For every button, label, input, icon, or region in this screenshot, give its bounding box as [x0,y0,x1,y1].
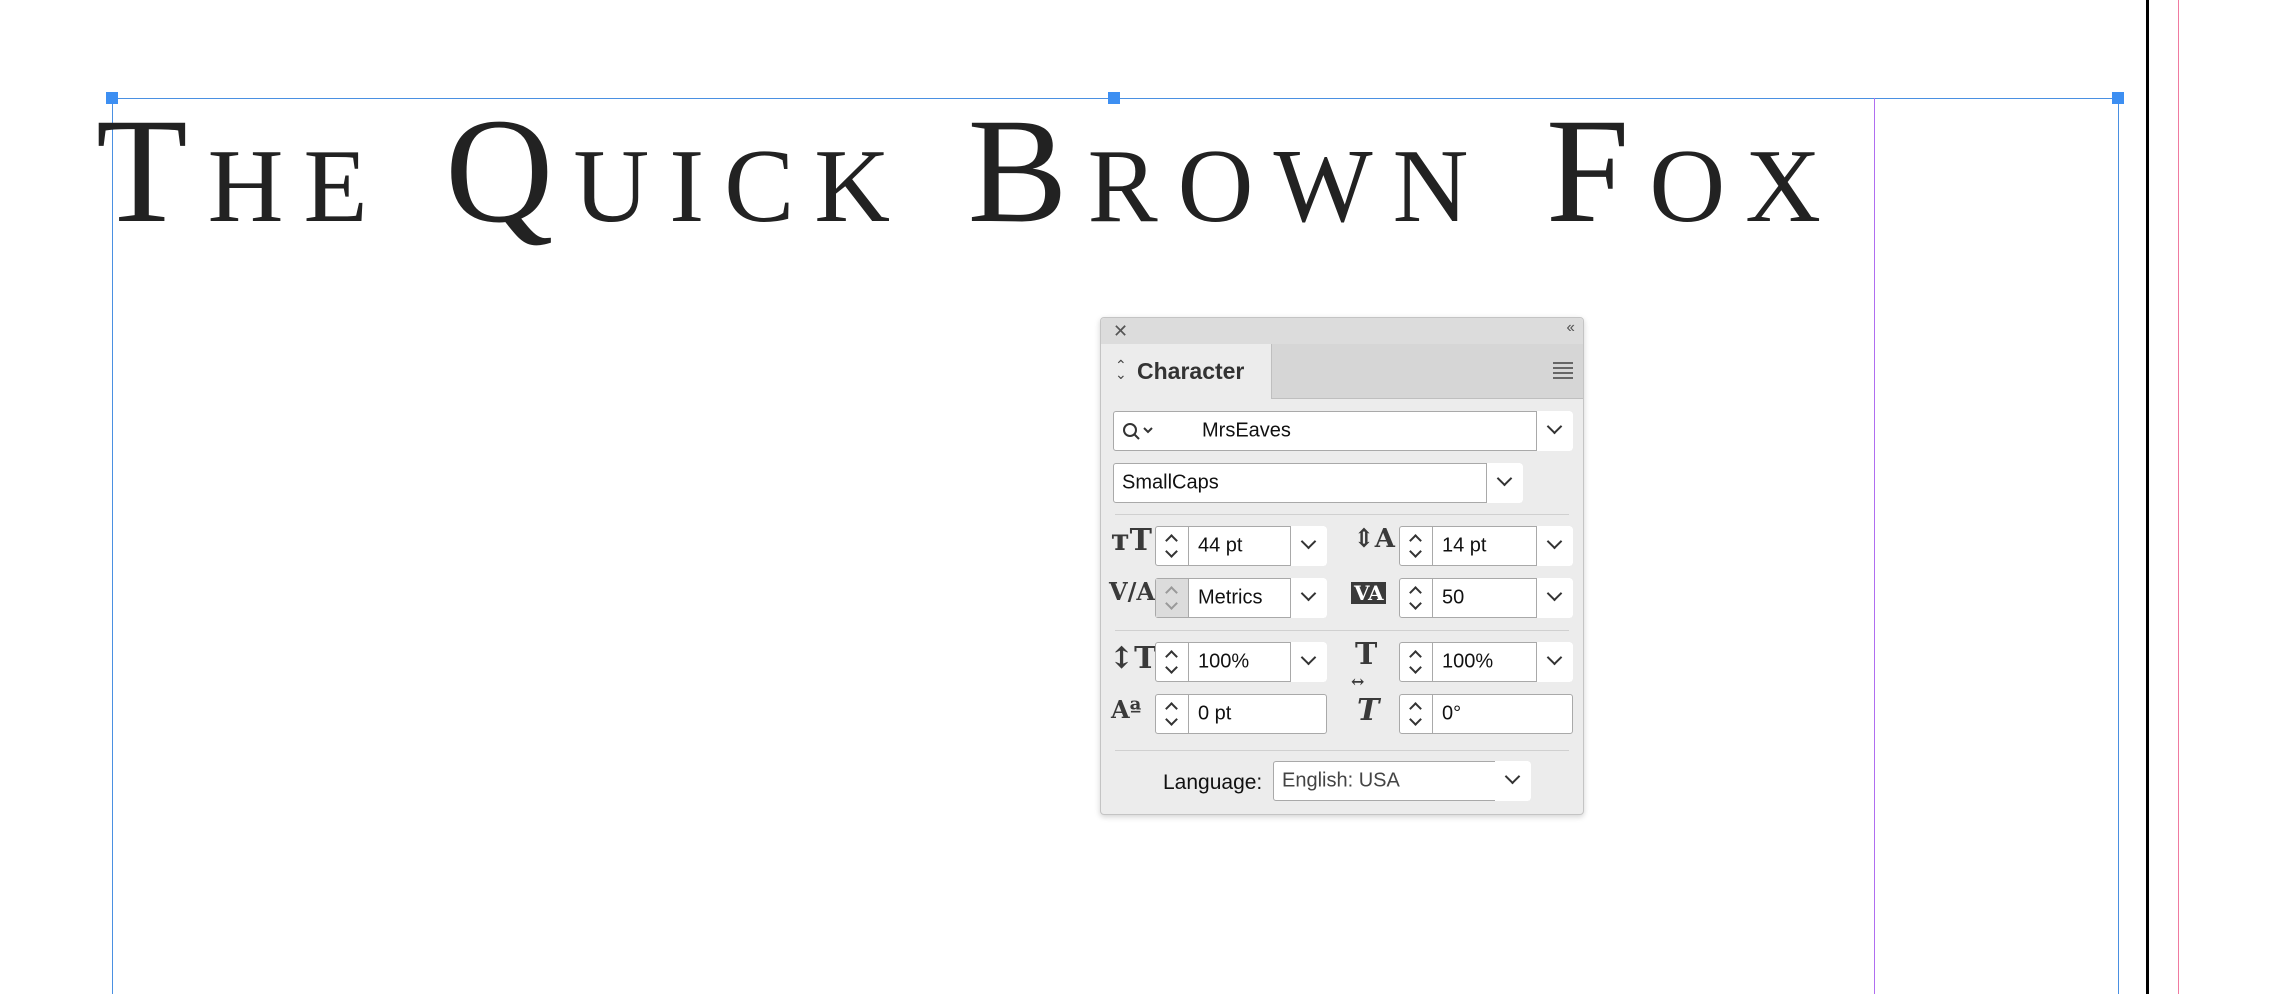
tab-character[interactable]: ⌃ ⌄ Character [1101,344,1272,399]
close-icon[interactable]: ✕ [1113,321,1128,342]
vertical-scale-field[interactable]: 100% [1155,642,1327,682]
tracking-value: 50 [1442,586,1465,609]
section-divider [1115,750,1569,751]
leading-field[interactable]: 14 pt [1399,526,1573,566]
chevron-down-icon [1546,533,1563,550]
character-panel: ✕ ‹‹ ⌃ ⌄ Character MrsEaves SmallCaps ᴛT … [1100,317,1584,815]
language-dropdown[interactable] [1495,761,1531,801]
baseline-shift-stepper[interactable] [1156,695,1189,733]
vertical-scale-value: 100% [1198,650,1250,673]
kerning-stepper [1156,579,1189,617]
text-frame-right-edge [2118,98,2119,994]
bleed-guide [2178,0,2179,994]
frame-handle-top-right[interactable] [2112,92,2124,104]
leading-icon: ⇕A [1353,524,1395,554]
font-family-field[interactable]: MrsEaves [1113,411,1573,451]
tracking-field[interactable]: 50 [1399,578,1573,618]
chevron-down-icon [1300,649,1317,666]
chevron-down-icon [1546,649,1563,666]
horizontal-scale-value: 100% [1442,650,1494,673]
kerning-icon: V/A [1109,577,1156,606]
panel-menu-icon[interactable] [1553,362,1573,382]
language-label: Language: [1163,771,1263,794]
baseline-shift-field[interactable]: 0 pt [1155,694,1327,734]
panel-tabbar: ⌃ ⌄ Character [1101,344,1583,399]
chevron-down-icon [1496,470,1513,487]
font-family-value: MrsEaves [1202,419,1291,442]
double-chevron-left-icon[interactable]: ‹‹ [1566,319,1575,337]
skew-stepper[interactable] [1400,695,1433,733]
tab-label: Character [1137,358,1245,384]
tracking-dropdown[interactable] [1536,578,1573,618]
font-style-value: SmallCaps [1122,471,1219,494]
vertical-scale-icon: ↕T [1109,641,1157,676]
kerning-dropdown[interactable] [1290,578,1327,618]
font-style-dropdown[interactable] [1486,463,1523,503]
chevron-down-icon [1504,768,1521,785]
font-size-value: 44 pt [1198,534,1243,557]
leading-value: 14 pt [1442,534,1487,557]
vertical-scale-dropdown[interactable] [1290,642,1327,682]
font-size-field[interactable]: 44 pt [1155,526,1327,566]
horizontal-scale-field[interactable]: 100% [1399,642,1573,682]
headline-text[interactable]: The Quick Brown Fox [96,96,1841,246]
chevron-down-icon [1300,585,1317,602]
baseline-shift-icon: Aª [1111,695,1142,724]
column-guide [1874,98,1875,994]
language-select[interactable]: English: USA [1273,761,1531,801]
horizontal-scale-stepper[interactable] [1400,643,1433,681]
font-size-icon: ᴛT [1111,523,1152,558]
section-divider [1115,514,1569,515]
vertical-scale-stepper[interactable] [1156,643,1189,681]
language-value: English: USA [1282,769,1400,792]
horizontal-scale-icon: T ↔ [1351,637,1378,691]
page-edge [2146,0,2149,994]
font-family-dropdown[interactable] [1536,411,1573,451]
leading-dropdown[interactable] [1536,526,1573,566]
panel-titlebar[interactable]: ✕ ‹‹ [1101,318,1583,344]
chevron-down-icon [1546,418,1563,435]
horizontal-scale-dropdown[interactable] [1536,642,1573,682]
font-size-dropdown[interactable] [1290,526,1327,566]
skew-field[interactable]: 0° [1399,694,1573,734]
tracking-icon: VA [1351,582,1387,604]
section-divider [1115,630,1569,631]
kerning-field[interactable]: Metrics [1155,578,1327,618]
baseline-shift-value: 0 pt [1198,702,1232,725]
leading-stepper[interactable] [1400,527,1433,565]
skew-icon: T [1357,693,1380,728]
kerning-value: Metrics [1198,586,1263,609]
font-style-field[interactable]: SmallCaps [1113,463,1523,503]
chevron-down-icon [1546,585,1563,602]
tracking-stepper[interactable] [1400,579,1433,617]
chevron-down-icon [1300,533,1317,550]
font-size-stepper[interactable] [1156,527,1189,565]
search-icon [1123,423,1153,440]
skew-value: 0° [1442,702,1462,725]
tab-expand-icon: ⌃ ⌄ [1115,357,1127,382]
